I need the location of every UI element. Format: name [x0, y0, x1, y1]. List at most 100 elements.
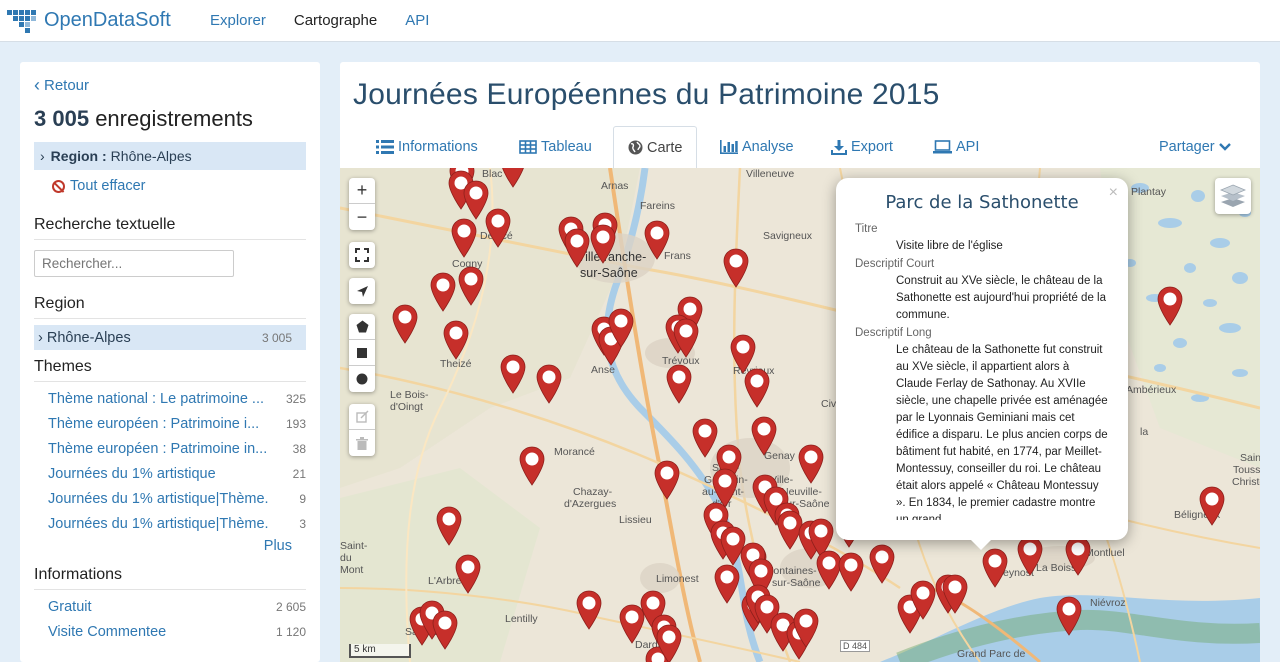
map-marker-icon[interactable]	[1157, 286, 1183, 326]
locate-button[interactable]	[349, 278, 375, 304]
records-number: 3 005	[34, 106, 89, 131]
map-marker-icon[interactable]	[576, 590, 602, 630]
map-marker-icon[interactable]	[564, 228, 590, 268]
share-dropdown[interactable]: Partager	[1159, 126, 1235, 168]
map-marker-icon[interactable]	[1017, 536, 1043, 576]
draw-circle-button[interactable]	[349, 366, 375, 392]
nav-api[interactable]: API	[405, 12, 429, 29]
map-marker-icon[interactable]	[838, 552, 864, 592]
active-filter[interactable]: › Region : Rhône-Alpes	[34, 142, 306, 170]
tab-api[interactable]: API	[933, 126, 979, 168]
map-marker-icon[interactable]	[432, 610, 458, 650]
place-label: Savigneux	[763, 230, 812, 242]
popup-field-value: Visite libre de l'église	[896, 238, 1108, 255]
themes-more-link[interactable]: Plus	[34, 538, 292, 554]
map-marker-icon[interactable]	[500, 354, 526, 394]
search-input[interactable]	[34, 250, 234, 277]
place-label: Chazay-	[573, 486, 612, 498]
map-marker-icon[interactable]	[673, 318, 699, 358]
edit-icon	[356, 410, 369, 423]
brand-logo[interactable]: OpenDataSoft	[6, 6, 196, 36]
edit-controls	[349, 404, 375, 456]
back-link[interactable]: ‹ Retour	[34, 76, 306, 94]
facet-theme[interactable]: Thème européen : Patrimoine in... 38	[34, 436, 306, 461]
map-view[interactable]: Villefranche- sur-Saône Fareins Villeneu…	[340, 168, 1260, 662]
facet-theme[interactable]: Journées du 1% artistique|Thème... 3	[34, 511, 306, 536]
facet-information[interactable]: Visite Commentee 1 120	[34, 619, 306, 644]
facet-theme[interactable]: Journées du 1% artistique 21	[34, 461, 306, 486]
map-marker-icon[interactable]	[910, 580, 936, 620]
zoom-in-button[interactable]: +	[349, 178, 375, 204]
map-marker-icon[interactable]	[590, 224, 616, 264]
popup-close-button[interactable]: ×	[1109, 184, 1118, 202]
map-marker-icon[interactable]	[436, 506, 462, 546]
nav-cartographe[interactable]: Cartographe	[294, 12, 377, 29]
tab-carte[interactable]: Carte	[613, 126, 697, 168]
edit-shape-button[interactable]	[349, 404, 375, 430]
map-marker-icon[interactable]	[751, 416, 777, 456]
list-icon	[376, 140, 394, 154]
opendatasoft-logo-icon	[6, 6, 38, 36]
tab-label: Informations	[398, 139, 478, 155]
feature-popup: × Parc de la Sathonette Titre Visite lib…	[836, 178, 1128, 540]
map-marker-icon[interactable]	[654, 460, 680, 500]
map-marker-icon[interactable]	[793, 608, 819, 648]
map-marker-icon[interactable]	[714, 564, 740, 604]
map-marker-icon[interactable]	[869, 544, 895, 584]
facet-label: Thème européen : Patrimoine i...	[48, 416, 259, 432]
layers-button[interactable]	[1215, 178, 1251, 214]
map-marker-icon[interactable]	[644, 220, 670, 260]
map-marker-icon[interactable]	[942, 574, 968, 614]
map-marker-icon[interactable]	[455, 554, 481, 594]
map-marker-icon[interactable]	[1199, 486, 1225, 526]
popup-field-value: Construit au XVe siècle, le château de l…	[896, 273, 1108, 324]
map-marker-icon[interactable]	[443, 320, 469, 360]
tab-label: Tableau	[541, 139, 592, 155]
map-marker-icon[interactable]	[458, 266, 484, 306]
facet-theme[interactable]: Thème européen : Patrimoine i... 193	[34, 411, 306, 436]
map-marker-icon[interactable]	[982, 548, 1008, 588]
tab-tableau[interactable]: Tableau	[519, 126, 592, 168]
facet-information[interactable]: Gratuit 2 605	[34, 594, 306, 619]
map-marker-icon[interactable]	[744, 368, 770, 408]
map-marker-icon[interactable]	[1056, 596, 1082, 636]
map-marker-icon[interactable]	[656, 624, 682, 662]
map-marker-icon[interactable]	[723, 248, 749, 288]
map-marker-icon[interactable]	[451, 218, 477, 258]
map-marker-icon[interactable]	[430, 272, 456, 312]
tab-informations[interactable]: Informations	[376, 126, 478, 168]
fullscreen-button[interactable]	[349, 242, 375, 268]
map-scale: 5 km	[349, 644, 411, 658]
map-marker-icon[interactable]	[692, 418, 718, 458]
popup-field-label: Titre	[855, 223, 1108, 235]
delete-shape-button[interactable]	[349, 430, 375, 456]
map-marker-icon[interactable]	[392, 304, 418, 344]
clear-all-button[interactable]: Tout effacer	[52, 178, 306, 194]
tab-analyse[interactable]: Analyse	[720, 126, 794, 168]
facet-count: 3	[299, 517, 306, 531]
map-marker-icon[interactable]	[608, 308, 634, 348]
informations-section-title: Informations	[34, 566, 306, 590]
facet-region-rhone-alpes[interactable]: › Rhône-Alpes 3 005	[34, 325, 306, 350]
facet-theme[interactable]: Thème national : Le patrimoine ... 325	[34, 386, 306, 411]
map-marker-icon[interactable]	[666, 364, 692, 404]
filters-sidebar: ‹ Retour 3 005 enregistrements › Region …	[20, 62, 320, 662]
nav-explorer[interactable]: Explorer	[210, 12, 266, 29]
map-marker-icon[interactable]	[500, 168, 526, 188]
map-marker-icon[interactable]	[1065, 536, 1091, 576]
map-marker-icon[interactable]	[485, 208, 511, 248]
draw-rectangle-button[interactable]	[349, 340, 375, 366]
facet-count: 21	[293, 467, 306, 481]
map-marker-icon[interactable]	[536, 364, 562, 404]
tab-export[interactable]: Export	[831, 126, 893, 168]
draw-polygon-button[interactable]	[349, 314, 375, 340]
map-marker-icon[interactable]	[519, 446, 545, 486]
zoom-out-button[interactable]: −	[349, 204, 375, 230]
facet-theme[interactable]: Journées du 1% artistique|Thème... 9	[34, 486, 306, 511]
popup-field-label: Descriptif Court	[855, 258, 1108, 270]
facet-count: 193	[286, 417, 306, 431]
map-marker-icon[interactable]	[798, 444, 824, 484]
facet-label: Visite Commentee	[48, 624, 166, 640]
facet-label: Journées du 1% artistique|Thème...	[48, 491, 268, 507]
themes-section-title: Themes	[34, 358, 306, 382]
